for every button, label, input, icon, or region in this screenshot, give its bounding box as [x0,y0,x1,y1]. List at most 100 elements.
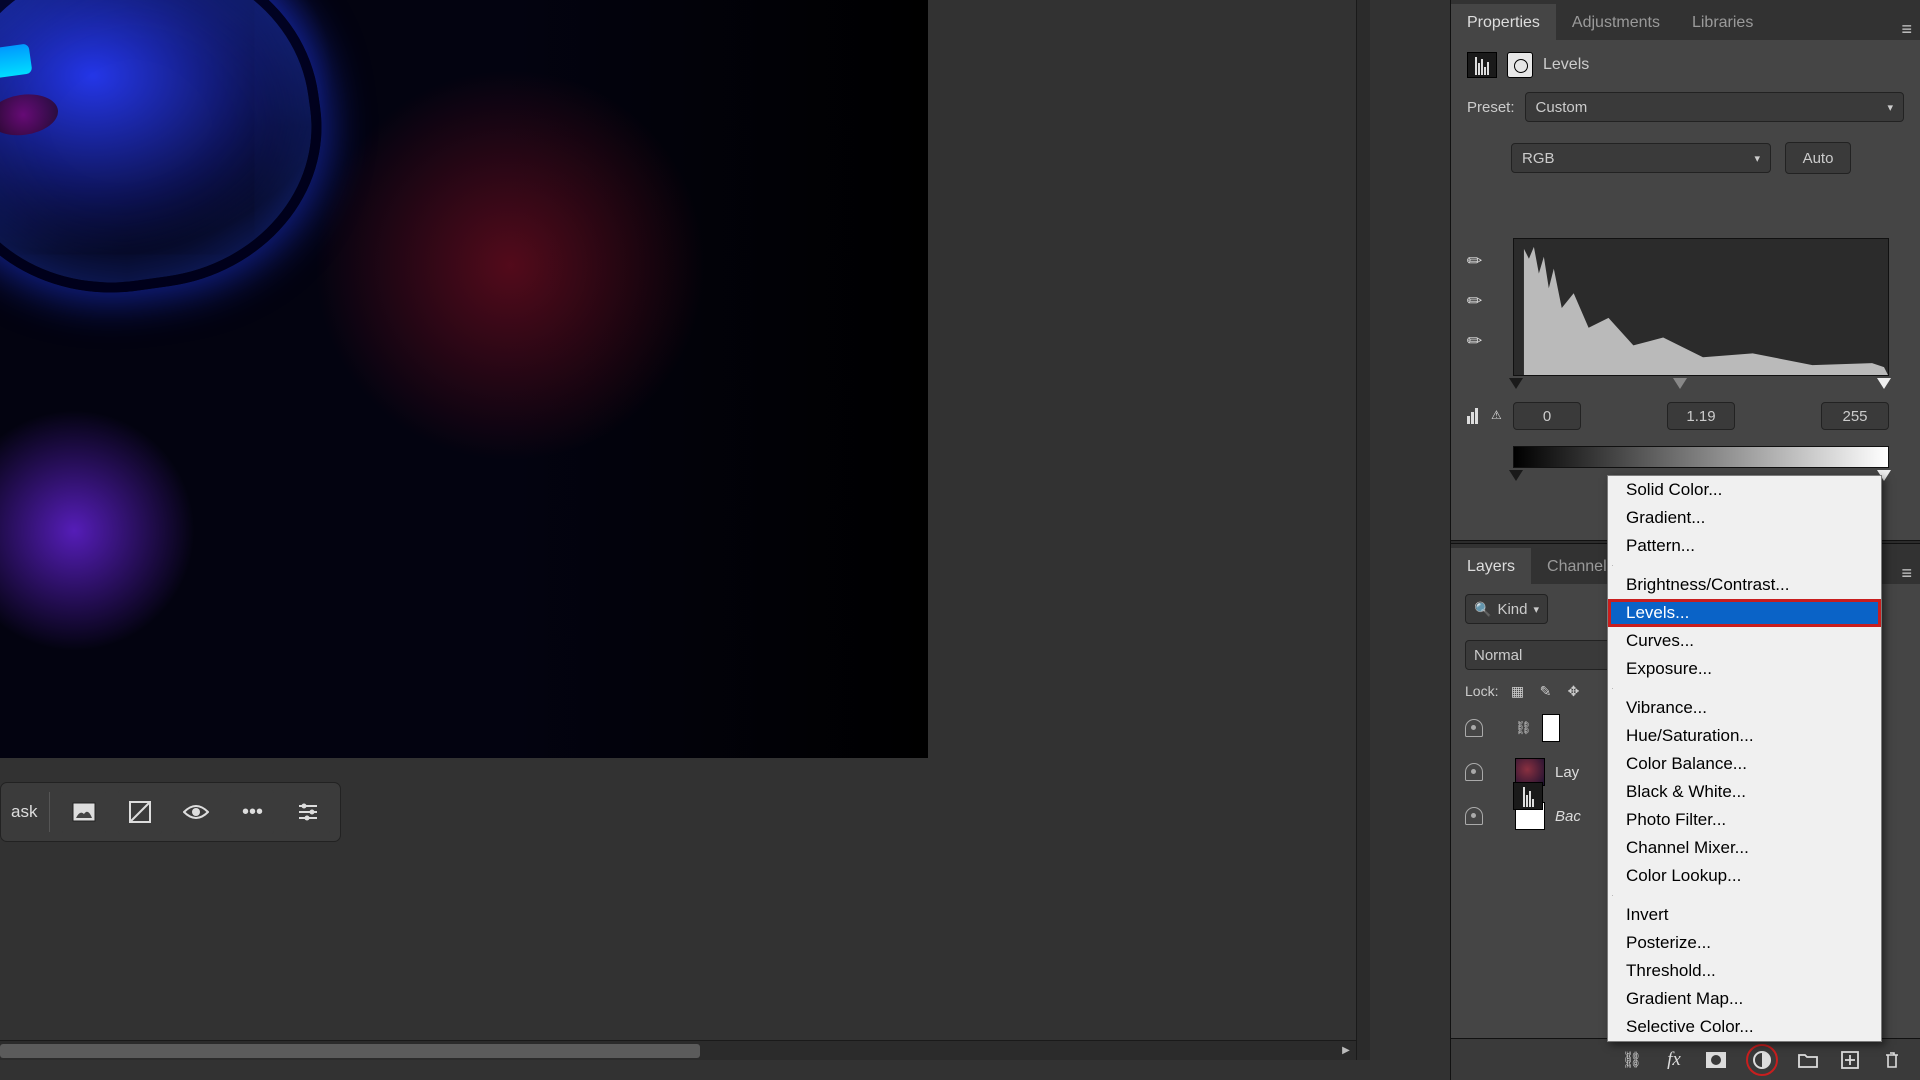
layers-bottom-bar: ⛓ fx [1451,1038,1920,1080]
menu-item[interactable]: Color Lookup... [1608,862,1881,890]
layer-name-fragment: Bac [1555,808,1581,825]
menu-item[interactable]: Invert [1608,901,1881,929]
eyedropper-group: ✎ ✎ ✎ [1467,248,1489,350]
link-layers-icon[interactable]: ⛓ [1620,1048,1644,1072]
menu-item[interactable]: Gradient... [1608,504,1881,532]
visibility-toggle-icon[interactable] [1465,763,1483,781]
new-layer-icon[interactable] [1838,1048,1862,1072]
mask-label-fragment: ask [11,802,37,822]
menu-item[interactable]: Threshold... [1608,957,1881,985]
menu-item[interactable]: Gradient Map... [1608,985,1881,1013]
adjustment-name: Levels [1543,56,1589,74]
scroll-right-arrow[interactable]: ▶ [1340,1045,1352,1057]
blend-mode-select[interactable]: Normal ▾ [1465,640,1625,670]
new-group-icon[interactable] [1796,1048,1820,1072]
vertical-scrollbar[interactable] [1356,0,1370,1060]
calculate-histogram-icon[interactable]: ⚠ [1467,406,1502,424]
menu-item[interactable]: Photo Filter... [1608,806,1881,834]
lock-pixels-icon[interactable]: ✎ [1536,682,1554,700]
histogram[interactable] [1513,238,1889,376]
document-image[interactable] [0,0,928,758]
panel-menu-icon[interactable]: ≡ [1901,19,1912,40]
scrollbar-thumb[interactable] [0,1044,700,1058]
layer-mask-thumb[interactable] [1542,714,1560,742]
menu-item[interactable]: Selective Color... [1608,1013,1881,1041]
preset-value: Custom [1536,99,1588,116]
menu-item[interactable]: Brightness/Contrast... [1608,571,1881,599]
link-icon[interactable]: ⛓ [1515,720,1532,736]
input-sliders [1513,378,1889,394]
menu-item[interactable]: Levels... [1608,599,1881,627]
shadows-input[interactable]: 0 [1513,402,1581,430]
preset-row: Preset: Custom ▾ [1451,86,1920,128]
select-subject-button[interactable] [62,790,106,834]
visibility-toggle-icon[interactable] [1465,719,1483,737]
panel-menu-icon[interactable]: ≡ [1901,563,1912,584]
midtones-slider[interactable] [1673,378,1687,389]
add-mask-icon[interactable] [1704,1048,1728,1072]
menu-separator [1612,688,1613,689]
blend-mode-value: Normal [1474,647,1522,664]
menu-item[interactable]: Channel Mixer... [1608,834,1881,862]
tab-adjustments[interactable]: Adjustments [1556,4,1676,40]
properties-tabs: Properties Adjustments Libraries ≡ [1451,0,1920,40]
settings-button[interactable] [286,790,330,834]
adjustment-layer-menu[interactable]: Solid Color...Gradient...Pattern... Brigh… [1607,475,1882,1042]
layer-name-fragment: Lay [1555,764,1579,781]
canvas-area[interactable]: ask ••• ▶ [0,0,1370,1060]
highlights-slider[interactable] [1877,378,1891,389]
mask-icon[interactable] [1507,52,1533,78]
tab-layers[interactable]: Layers [1451,548,1531,584]
lock-transparency-icon[interactable]: ▦ [1508,682,1526,700]
glasses-shape [0,0,342,315]
black-point-eyedropper-icon[interactable]: ✎ [1462,243,1493,274]
tab-libraries[interactable]: Libraries [1676,4,1769,40]
white-point-eyedropper-icon[interactable]: ✎ [1462,323,1493,354]
menu-item[interactable]: Curves... [1608,627,1881,655]
separator [49,792,50,832]
more-options-button[interactable]: ••• [230,790,274,834]
channel-select[interactable]: RGB ▾ [1511,143,1771,173]
menu-separator [1612,565,1613,566]
visibility-toggle-icon[interactable] [1465,807,1483,825]
menu-item[interactable]: Color Balance... [1608,750,1881,778]
highlights-input[interactable]: 255 [1821,402,1889,430]
search-icon: 🔍 [1474,601,1491,618]
preset-label: Preset: [1467,99,1515,116]
output-gradient [1513,446,1889,468]
chevron-down-icon: ▾ [1887,101,1893,114]
levels-icon [1467,52,1497,78]
preset-select[interactable]: Custom ▾ [1525,92,1904,122]
menu-item[interactable]: Posterize... [1608,929,1881,957]
midtones-input[interactable]: 1.19 [1667,402,1735,430]
lock-position-icon[interactable]: ✥ [1564,682,1582,700]
delete-layer-icon[interactable] [1880,1048,1904,1072]
shadows-slider[interactable] [1509,378,1523,389]
output-black-slider[interactable] [1509,470,1523,481]
filter-kind-select[interactable]: 🔍 Kind ▾ [1465,594,1548,624]
invert-mask-button[interactable] [118,790,162,834]
menu-item[interactable]: Exposure... [1608,655,1881,683]
channel-value: RGB [1522,150,1555,167]
adjustment-header: Levels [1451,40,1920,86]
layer-style-icon[interactable]: fx [1662,1048,1686,1072]
menu-item[interactable]: Solid Color... [1608,476,1881,504]
layer-thumb-levels [1513,782,1543,810]
menu-separator [1612,895,1613,896]
chevron-down-icon: ▾ [1754,152,1760,165]
filter-kind-value: Kind [1497,601,1527,618]
input-values: 0 1.19 255 [1513,402,1889,430]
tab-properties[interactable]: Properties [1451,4,1556,40]
gray-point-eyedropper-icon[interactable]: ✎ [1462,283,1493,314]
menu-item[interactable]: Pattern... [1608,532,1881,560]
lock-label: Lock: [1465,683,1498,699]
horizontal-scrollbar[interactable]: ▶ [0,1040,1356,1060]
new-adjustment-layer-icon[interactable] [1746,1044,1778,1076]
options-bar: ask ••• [0,782,341,842]
menu-item[interactable]: Black & White... [1608,778,1881,806]
chevron-down-icon: ▾ [1533,603,1539,616]
menu-item[interactable]: Vibrance... [1608,694,1881,722]
menu-item[interactable]: Hue/Saturation... [1608,722,1881,750]
view-mode-button[interactable] [174,790,218,834]
auto-button[interactable]: Auto [1785,142,1851,174]
